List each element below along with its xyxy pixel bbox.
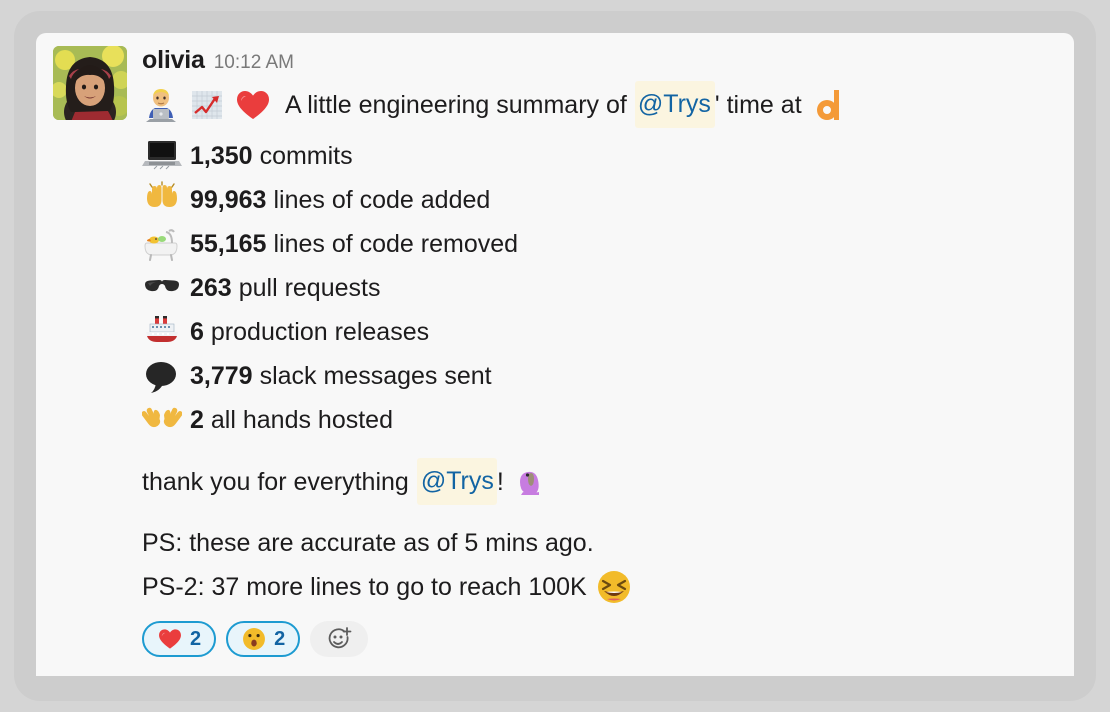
laughing-squinting-face-icon <box>595 568 633 606</box>
reaction-face-with-open-mouth[interactable]: 2 <box>226 621 301 657</box>
slack-message-card: olivia 10:12 AM A little engineering sum… <box>36 33 1074 676</box>
stat-value: 55,165 <box>190 229 267 258</box>
open-hands-icon <box>142 401 190 439</box>
stat-label: lines of code added <box>273 185 491 214</box>
postscript-text: PS-2: 37 more lines to go to reach 100K <box>142 573 587 601</box>
stat-row: 99,963 lines of code added <box>142 178 1054 222</box>
postscript-text: PS: these are accurate as of 5 mins ago. <box>142 529 594 557</box>
ship-icon <box>142 313 190 351</box>
stat-row: 55,165 lines of code removed <box>142 222 1054 266</box>
add-reaction-button[interactable] <box>310 621 369 657</box>
orange-d-logo-icon <box>810 86 848 124</box>
stat-label: all hands hosted <box>210 405 393 434</box>
stat-row: 3,779 slack messages sent <box>142 354 1054 398</box>
message-body: olivia 10:12 AM A little engineering sum… <box>142 46 1074 657</box>
stat-label: pull requests <box>238 273 381 302</box>
thanks-line: thank you for everything @Trys ! <box>142 458 1054 505</box>
stat-row: 2 all hands hosted <box>142 398 1054 442</box>
intro-text-after: ' time at <box>714 90 802 119</box>
stat-label: production releases <box>210 317 430 346</box>
stat-value: 99,963 <box>190 185 267 214</box>
reaction-count: 2 <box>274 627 286 650</box>
raising-hands-icon <box>142 181 190 219</box>
chart-increasing-icon <box>188 86 226 124</box>
username[interactable]: olivia <box>142 46 205 75</box>
timestamp[interactable]: 10:12 AM <box>214 52 294 74</box>
laptop-icon <box>142 137 190 175</box>
stat-label: slack messages sent <box>259 361 492 390</box>
stat-row: 263 pull requests <box>142 266 1054 310</box>
avatar[interactable] <box>53 46 127 120</box>
reaction-bar: 2 2 <box>142 621 1054 657</box>
stat-value: 6 <box>190 317 204 346</box>
postscript-line: PS-2: 37 more lines to go to reach 100K <box>142 565 1054 609</box>
red-heart-icon <box>157 626 183 652</box>
speech-balloon-icon <box>142 357 190 395</box>
reaction-red-heart[interactable]: 2 <box>142 621 217 657</box>
add-reaction-icon <box>328 627 352 649</box>
message-header: olivia 10:12 AM <box>142 46 1054 80</box>
man-technologist-icon <box>142 86 180 124</box>
stat-row: 6 production releases <box>142 310 1054 354</box>
window-frame: olivia 10:12 AM A little engineering sum… <box>0 0 1110 712</box>
bathtub-icon <box>142 225 190 263</box>
postscript-block: PS: these are accurate as of 5 mins ago.… <box>142 521 1054 609</box>
slack-message: olivia 10:12 AM A little engineering sum… <box>36 33 1074 657</box>
red-heart-icon <box>234 86 272 124</box>
stat-label: lines of code removed <box>273 229 519 258</box>
thanks-text-after: ! <box>496 467 504 496</box>
stat-value: 2 <box>190 405 204 434</box>
stats-list: 1,350 commits 99,963 lines of code added… <box>142 134 1054 442</box>
stat-value: 1,350 <box>190 141 253 170</box>
stat-value: 263 <box>190 273 232 302</box>
purple-parrot-icon <box>512 463 550 501</box>
intro-text-before: A little engineering summary of <box>285 90 627 119</box>
postscript-line: PS: these are accurate as of 5 mins ago. <box>142 521 1054 565</box>
intro-line: A little engineering summary of @Trys ' … <box>142 81 1054 128</box>
reaction-count: 2 <box>190 627 202 650</box>
mention-trys[interactable]: @Trys <box>634 81 715 128</box>
stat-row: 1,350 commits <box>142 134 1054 178</box>
mention-trys-thanks[interactable]: @Trys <box>416 458 497 505</box>
stat-value: 3,779 <box>190 361 253 390</box>
thanks-text-before: thank you for everything <box>142 467 409 496</box>
face-with-open-mouth-icon <box>241 626 267 652</box>
stat-label: commits <box>259 141 353 170</box>
sunglasses-icon <box>142 269 190 307</box>
